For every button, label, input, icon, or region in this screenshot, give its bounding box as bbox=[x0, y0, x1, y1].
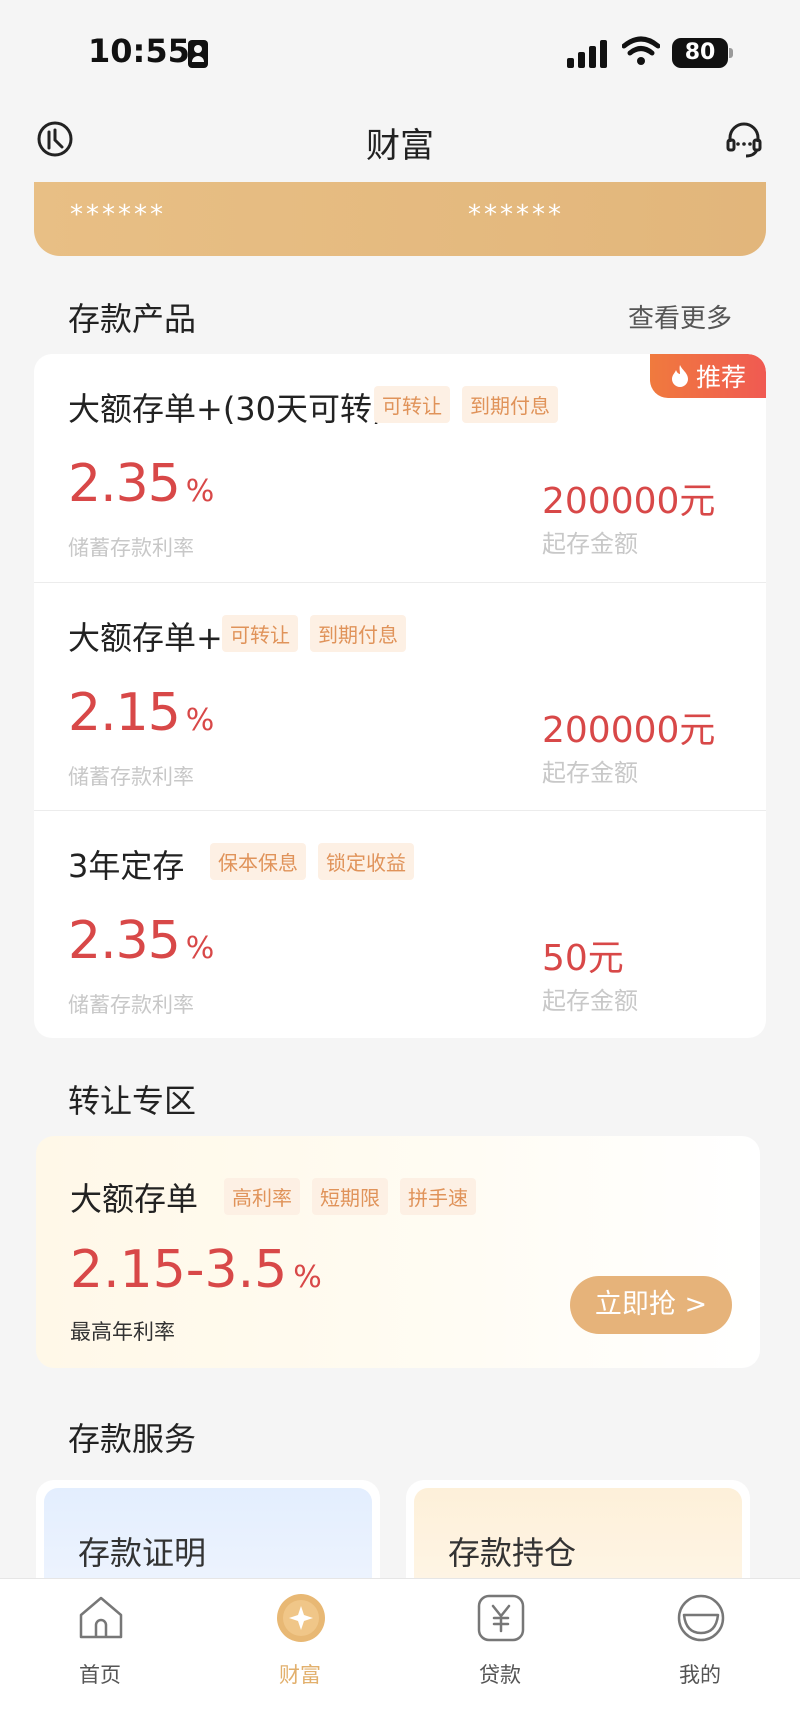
product-tag: 到期付息 bbox=[462, 386, 558, 423]
product-tag: 锁定收益 bbox=[318, 843, 414, 880]
wealth-page: 10:55 80 ****** ****** 财富 存款产品 查看更多 推荐 大… bbox=[0, 0, 800, 1733]
product-tag: 到期付息 bbox=[310, 615, 406, 652]
loan-icon bbox=[477, 1594, 525, 1642]
product-rate-label: 储蓄存款利率 bbox=[68, 993, 194, 1017]
cellular-signal-icon bbox=[567, 38, 609, 68]
product-min-amount: 200000元 bbox=[542, 710, 716, 751]
product-rate: 2.35% bbox=[68, 911, 214, 971]
product-name: 大额存单+(30天可转) bbox=[68, 390, 385, 428]
product-min-amount-label: 起存金额 bbox=[542, 987, 638, 1015]
product-item-large-cd[interactable]: 大额存单+ 可转让 到期付息 2.15% 储蓄存款利率 200000元 起存金额 bbox=[34, 582, 766, 810]
product-item-large-cd-30day[interactable]: 大额存单+(30天可转) 可转让 到期付息 2.35% 储蓄存款利率 20000… bbox=[34, 354, 766, 582]
battery-icon: 80 bbox=[672, 38, 733, 68]
wealth-icon bbox=[277, 1594, 325, 1642]
service-label: 存款持仓 bbox=[448, 1534, 577, 1572]
id-card-icon bbox=[188, 40, 208, 68]
current-deposit-value: ****** bbox=[70, 200, 166, 230]
product-rate: 2.35% bbox=[68, 454, 214, 514]
product-rate-label: 储蓄存款利率 bbox=[68, 536, 194, 560]
product-tag: 保本保息 bbox=[210, 843, 306, 880]
home-icon bbox=[79, 1596, 123, 1639]
page-title: 财富 bbox=[366, 126, 434, 166]
transfer-zone-card[interactable]: 大额存单 高利率 短期限 拼手速 2.15-3.5% 最高年利率 立即抢 > bbox=[36, 1136, 760, 1368]
product-rate-label: 储蓄存款利率 bbox=[68, 765, 194, 789]
wifi-icon bbox=[622, 36, 660, 65]
top-bar: 财富 bbox=[0, 100, 800, 182]
nav-item-loan[interactable]: 贷款 bbox=[440, 1593, 560, 1703]
product-rate: 2.15% bbox=[68, 683, 214, 743]
product-min-amount: 200000元 bbox=[542, 481, 716, 522]
product-name: 3年定存 bbox=[68, 847, 185, 885]
nav-label: 我的 bbox=[679, 1663, 721, 1687]
product-tags: 可转让 到期付息 bbox=[374, 386, 558, 423]
customer-service-icon[interactable] bbox=[724, 120, 764, 160]
status-bar: 10:55 80 bbox=[0, 0, 800, 100]
deposit-products-title: 存款产品 bbox=[68, 300, 197, 338]
product-tag: 可转让 bbox=[222, 615, 298, 652]
nav-label: 财富 bbox=[279, 1663, 321, 1687]
nav-label: 贷款 bbox=[479, 1663, 521, 1687]
nav-item-wealth[interactable]: 财富 bbox=[240, 1593, 360, 1703]
transfer-product-name: 大额存单 bbox=[70, 1180, 199, 1218]
transfer-rate: 2.15-3.5% bbox=[70, 1240, 322, 1300]
deposit-services-title: 存款服务 bbox=[68, 1420, 197, 1458]
transfer-tag: 高利率 bbox=[224, 1178, 300, 1215]
transfer-tag: 短期限 bbox=[312, 1178, 388, 1215]
deposit-product-list: 推荐 大额存单+(30天可转) 可转让 到期付息 2.35% 储蓄存款利率 20… bbox=[34, 354, 766, 1038]
transfer-zone-title: 转让专区 bbox=[68, 1082, 197, 1120]
product-min-amount: 50元 bbox=[542, 938, 624, 979]
nav-item-profile[interactable]: 我的 bbox=[640, 1593, 760, 1703]
service-label: 存款证明 bbox=[78, 1534, 207, 1572]
status-time: 10:55 bbox=[88, 32, 190, 70]
battery-level: 80 bbox=[684, 40, 716, 65]
product-item-3yr-fixed[interactable]: 3年定存 保本保息 锁定收益 2.35% 储蓄存款利率 50元 起存金额 bbox=[34, 810, 766, 1038]
product-tags: 可转让 到期付息 bbox=[222, 615, 406, 652]
view-more-link[interactable]: 查看更多 bbox=[628, 298, 732, 335]
nav-label: 首页 bbox=[79, 1663, 121, 1687]
product-min-amount-label: 起存金额 bbox=[542, 759, 638, 787]
product-min-amount-label: 起存金额 bbox=[542, 530, 638, 558]
product-tags: 保本保息 锁定收益 bbox=[210, 843, 414, 880]
bottom-nav: 首页 财富 贷款 我的 bbox=[0, 1578, 800, 1733]
product-tag: 可转让 bbox=[374, 386, 450, 423]
fixed-deposit-value: ****** bbox=[468, 200, 564, 230]
profile-icon bbox=[677, 1594, 725, 1642]
transfer-tag: 拼手速 bbox=[400, 1178, 476, 1215]
transfer-rate-label: 最高年利率 bbox=[70, 1320, 175, 1344]
product-name: 大额存单+ bbox=[68, 619, 223, 657]
grab-now-button[interactable]: 立即抢 > bbox=[570, 1276, 732, 1334]
transfer-tags: 高利率 短期限 拼手速 bbox=[224, 1178, 476, 1215]
nav-item-home[interactable]: 首页 bbox=[40, 1593, 160, 1703]
